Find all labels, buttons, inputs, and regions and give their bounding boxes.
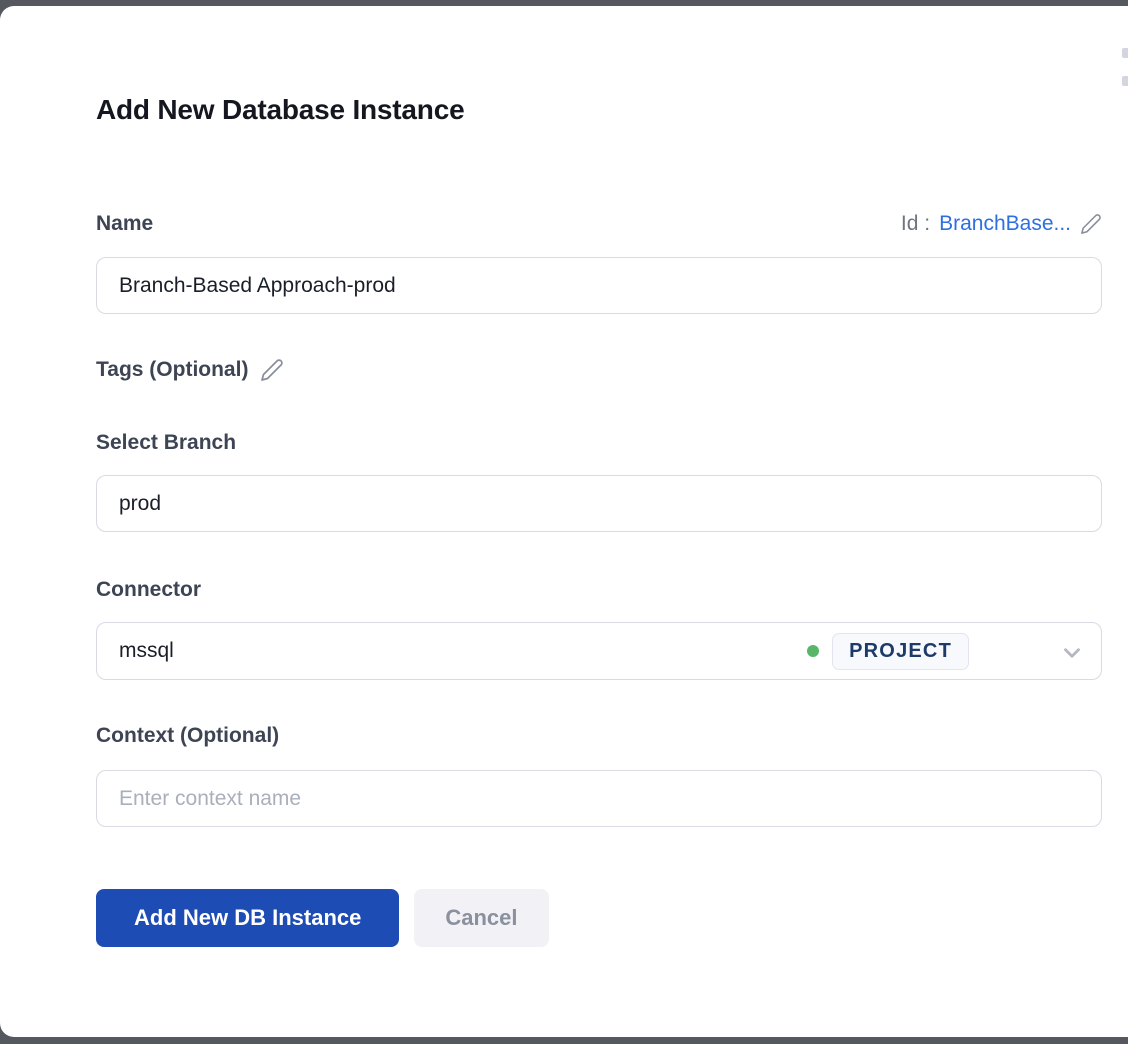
project-scope-badge: PROJECT [832, 633, 969, 670]
connector-label: Connector [96, 578, 201, 602]
chevron-down-icon[interactable] [1059, 640, 1085, 666]
edit-id-pencil-icon[interactable] [1080, 213, 1102, 235]
id-prefix-label: Id : [901, 212, 930, 236]
cancel-button[interactable]: Cancel [414, 889, 548, 947]
dialog-title: Add New Database Instance [96, 94, 464, 126]
screen-backdrop: Add New Database Instance Name Id : Bran… [0, 0, 1128, 1044]
dialog-actions: Add New DB Instance Cancel [96, 889, 549, 947]
add-db-instance-button[interactable]: Add New DB Instance [96, 889, 399, 947]
instance-id-link[interactable]: BranchBase... [939, 212, 1071, 236]
connector-status-dot [807, 645, 819, 657]
name-label: Name [96, 212, 153, 236]
connector-select[interactable]: mssql PROJECT [96, 622, 1102, 680]
add-db-instance-dialog: Add New Database Instance Name Id : Bran… [0, 6, 1128, 1037]
connector-meta: PROJECT [807, 623, 969, 679]
tags-label-row: Tags (Optional) [96, 358, 284, 382]
context-input[interactable] [96, 770, 1102, 827]
tags-label: Tags (Optional) [96, 358, 248, 382]
name-input[interactable] [96, 257, 1102, 314]
edit-tags-pencil-icon[interactable] [260, 358, 284, 382]
right-edge-clipped-fragment [1122, 76, 1128, 86]
instance-id-group: Id : BranchBase... [901, 212, 1102, 236]
select-branch-label: Select Branch [96, 431, 236, 455]
name-label-row: Name Id : BranchBase... [96, 212, 1102, 236]
connector-value: mssql [97, 639, 174, 663]
right-edge-clipped-fragment [1122, 48, 1128, 58]
branch-input[interactable] [96, 475, 1102, 532]
context-label: Context (Optional) [96, 724, 279, 748]
